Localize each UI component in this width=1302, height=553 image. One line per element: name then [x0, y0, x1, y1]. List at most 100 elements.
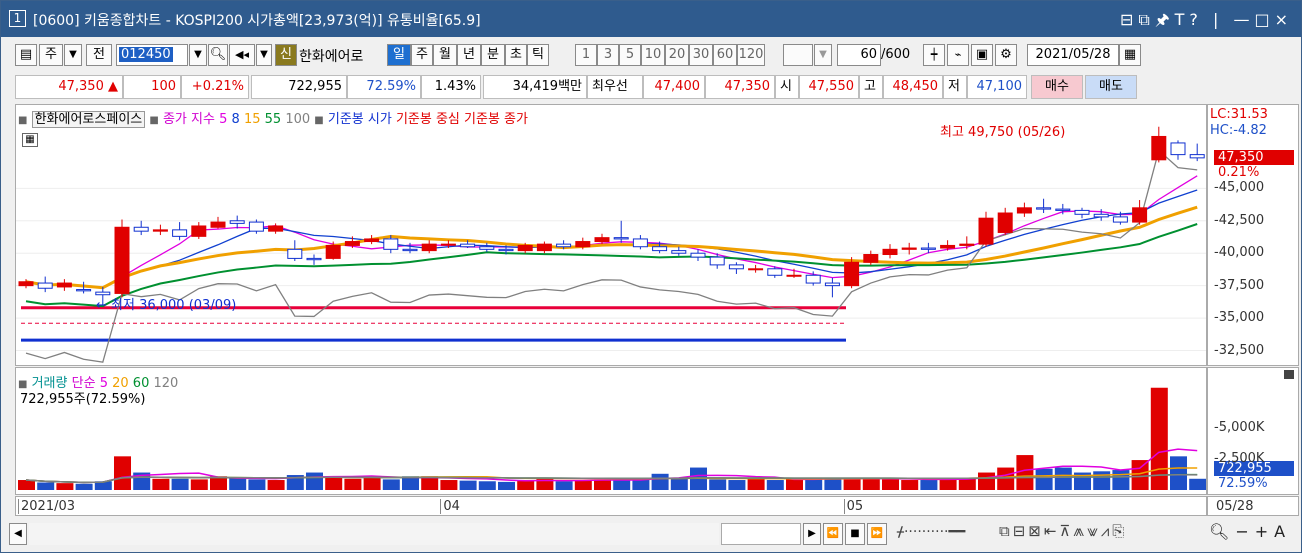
- candle-body: [652, 246, 668, 252]
- interval-button[interactable]: 60: [713, 44, 737, 66]
- volume-bar: [1170, 456, 1187, 490]
- scrollbar-track[interactable]: [29, 523, 719, 545]
- indicator-icon[interactable]: ⌁: [947, 44, 969, 66]
- interval-button[interactable]: 10: [641, 44, 665, 66]
- price-tick-label: -32,500: [1214, 342, 1265, 358]
- price-axis[interactable]: LC:31.53 HC:-4.82 47,350 0.21% -45,000 -4…: [1207, 104, 1299, 366]
- candle-body: [114, 226, 130, 294]
- volume-bar: [267, 480, 285, 490]
- candle-body: [498, 248, 514, 252]
- volume-bar: [1093, 471, 1111, 490]
- legend-ma-label[interactable]: 지수: [191, 112, 215, 127]
- interval-button[interactable]: 3: [597, 44, 619, 66]
- current-price: 47,350: [58, 79, 104, 94]
- save-icon[interactable]: ▣: [971, 44, 993, 66]
- calendar-icon[interactable]: ▦: [1119, 44, 1141, 66]
- turnover-percent: 72.59%: [347, 75, 421, 99]
- forward-icon[interactable]: ⏩: [867, 523, 887, 545]
- sell-button[interactable]: 매도: [1085, 75, 1137, 99]
- volume-bar: [248, 479, 266, 490]
- volume-bar: [939, 478, 957, 490]
- interval-button[interactable]: 1: [575, 44, 597, 66]
- speaker-icon[interactable]: ◀◂: [229, 44, 255, 66]
- legend-stock-name[interactable]: 한화에어로스페이스: [31, 111, 146, 128]
- drawing-tools-icon[interactable]: ⧉⊟⊠⇤⊼⩕⩖⩘⎘: [999, 522, 1127, 540]
- candle-body: [18, 281, 34, 287]
- period-tab-week[interactable]: 주: [411, 44, 433, 66]
- code-field[interactable]: 012450: [116, 44, 188, 66]
- volume-tick-label: -5,000K: [1214, 419, 1265, 435]
- volume-bar: [171, 478, 189, 490]
- rewind-icon[interactable]: ⏪: [823, 523, 843, 545]
- buy-button[interactable]: 매수: [1031, 75, 1083, 99]
- period-tab-minute[interactable]: 분: [481, 44, 505, 66]
- legend-ma-100: 100: [285, 112, 311, 127]
- volume-axis[interactable]: 722,955 72.59% -5,000K -2,500K: [1207, 367, 1299, 495]
- candle-body: [1132, 207, 1148, 223]
- date-field[interactable]: 2021/05/28: [1027, 44, 1119, 66]
- trade-amount: 34,419백만: [483, 75, 587, 99]
- interval-button[interactable]: 20: [665, 44, 689, 66]
- candle-body: [1074, 209, 1090, 215]
- candle-body: [709, 256, 725, 266]
- market-dropdown-icon[interactable]: ▼: [64, 44, 82, 66]
- candle-body: [594, 237, 610, 243]
- current-change-tag: 0.21%: [1218, 165, 1260, 180]
- search-icon[interactable]: 🔍︎: [208, 44, 228, 66]
- candle-body: [613, 237, 629, 240]
- window-number-badge[interactable]: 1: [9, 10, 26, 27]
- title-bar: 1 [0600] 키움종합차트 - KOSPI200 시가총액[23,973(억…: [1, 1, 1301, 37]
- volume-bar: [517, 480, 535, 490]
- pane-close-icon[interactable]: [1284, 370, 1294, 379]
- period-tab-year[interactable]: 년: [457, 44, 481, 66]
- candle-body: [56, 282, 72, 288]
- volume-bar: [1189, 478, 1206, 490]
- next-icon[interactable]: ▶: [803, 523, 821, 545]
- zoom-slider[interactable]: ᚋ··········━━: [897, 524, 965, 540]
- custom-interval-field[interactable]: [783, 44, 813, 66]
- candle-body: [344, 241, 360, 246]
- date-axis: 2021/03 04 05: [15, 496, 1207, 516]
- interval-button[interactable]: 5: [619, 44, 641, 66]
- market-select[interactable]: 주: [39, 44, 63, 66]
- interval-dropdown-icon[interactable]: ▼: [814, 44, 832, 66]
- legend-base-open[interactable]: 기준봉 시가: [328, 112, 392, 127]
- legend-base-mid[interactable]: 기준봉 중심: [396, 112, 460, 127]
- window-controls[interactable]: ⊟⧉🖈T? | —□×: [1120, 9, 1293, 36]
- gear-icon[interactable]: ⚙: [995, 44, 1017, 66]
- zoom-controls-icon[interactable]: 🔍︎−+A: [1209, 522, 1291, 541]
- period-tab-second[interactable]: 초: [505, 44, 527, 66]
- interval-button[interactable]: 30: [689, 44, 713, 66]
- candle-body: [517, 244, 533, 252]
- stop-icon[interactable]: ■: [845, 523, 865, 545]
- legend-base-close[interactable]: 기준봉 종가: [464, 112, 528, 127]
- period-tab-day[interactable]: 일: [387, 44, 411, 66]
- count-field[interactable]: 60: [837, 44, 881, 66]
- table-view-icon[interactable]: ▦: [22, 133, 38, 147]
- volume-ratio: 1.43%: [421, 75, 481, 99]
- candle-type-icon[interactable]: ┿: [923, 44, 945, 66]
- code-dropdown-icon[interactable]: ▼: [189, 44, 207, 66]
- period-tab-month[interactable]: 월: [433, 44, 457, 66]
- candle-body: [748, 268, 764, 271]
- speaker-dropdown-icon[interactable]: ▼: [256, 44, 272, 66]
- chart-menu-icon[interactable]: ▤: [15, 44, 37, 66]
- current-volume-pct: 72.59%: [1218, 476, 1268, 491]
- price-tick-label: -42,500: [1214, 212, 1265, 228]
- date-tick-label: 04: [440, 499, 460, 514]
- period-tab-tick[interactable]: 틱: [527, 44, 549, 66]
- scrollbar-thumb[interactable]: [721, 523, 801, 545]
- candle-body: [959, 243, 975, 246]
- scroll-left-icon[interactable]: ◀: [9, 523, 27, 545]
- legend-close[interactable]: 종가: [163, 112, 187, 127]
- legend-marker-icon: ■: [18, 115, 28, 126]
- volume-bar: [498, 481, 515, 490]
- price-chart-pane[interactable]: ■ 한화에어로스페이스 ■ 종가 지수 5 8 15 55 100 ■ 기준봉 …: [15, 104, 1207, 366]
- price-tick-label: -45,000: [1214, 180, 1265, 196]
- change-percent: +0.21%: [181, 75, 249, 99]
- candle-body: [172, 229, 188, 237]
- volume-pane[interactable]: ■ 거래량 단순 5 20 60 120 722,955주(72.59%): [15, 367, 1207, 495]
- candle-body: [1093, 213, 1109, 218]
- interval-button[interactable]: 120: [737, 44, 765, 66]
- all-button[interactable]: 전: [86, 44, 112, 66]
